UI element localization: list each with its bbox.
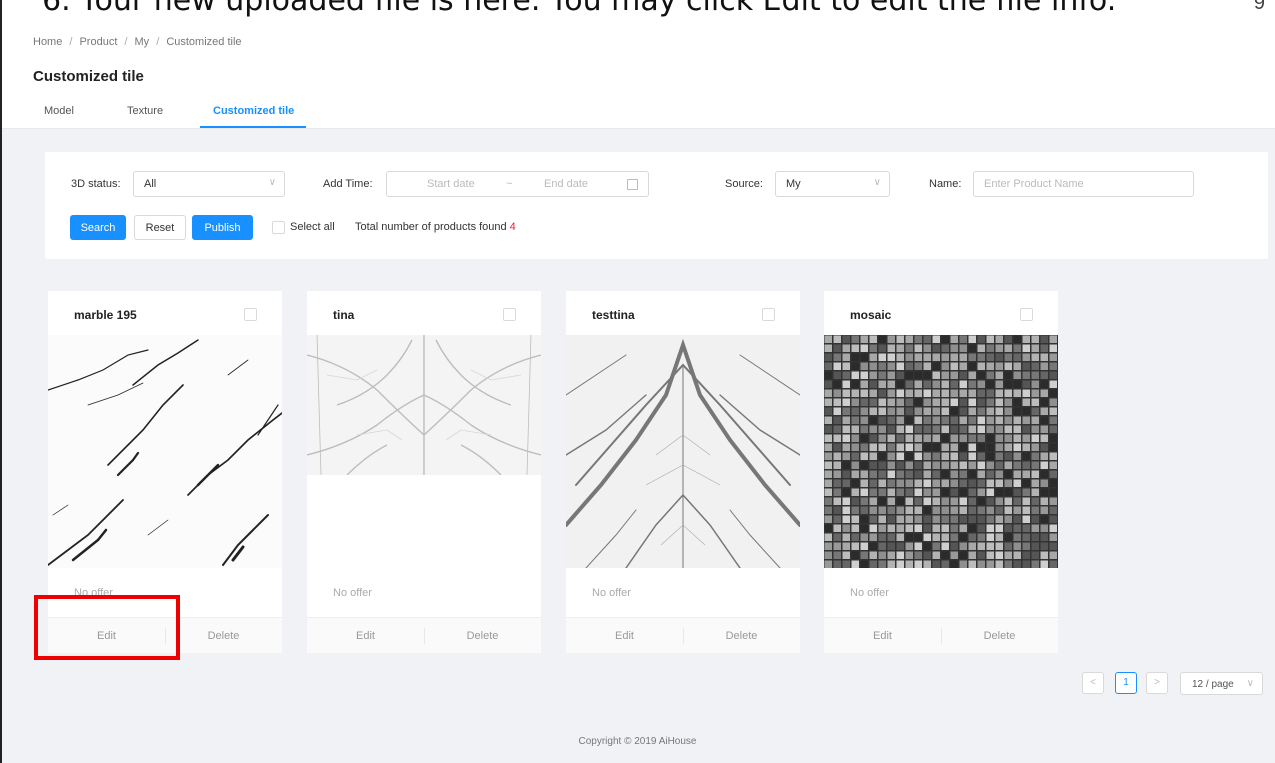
delete-button[interactable]: Delete [683, 630, 800, 642]
source-select[interactable]: My ∨ [775, 171, 890, 197]
reset-button[interactable]: Reset [134, 215, 186, 240]
publish-button[interactable]: Publish [192, 215, 253, 240]
breadcrumb-product[interactable]: Product [79, 36, 117, 48]
end-date-input[interactable]: End date [544, 178, 588, 190]
select-all-label[interactable]: Select all [290, 221, 335, 233]
chevron-down-icon: ∨ [873, 177, 881, 188]
card-offer: No offer [333, 587, 372, 599]
total-label: Total number of products found [355, 221, 507, 233]
edit-highlight-box [34, 595, 180, 660]
instruction-caption: 6. Your new uploaded file is here. You m… [0, 0, 1275, 22]
card-offer: No offer [592, 587, 631, 599]
search-button[interactable]: Search [70, 215, 126, 240]
status-label: 3D status: [71, 178, 121, 190]
active-tab-indicator [200, 126, 306, 128]
source-value: My [786, 178, 801, 190]
tab-model[interactable]: Model [44, 105, 74, 117]
card-checkbox[interactable] [762, 308, 775, 321]
start-date-input[interactable]: Start date [427, 178, 475, 190]
footer-copyright: Copyright © 2019 AiHouse [578, 736, 697, 747]
card-thumbnail[interactable] [566, 335, 800, 568]
card-name: testtina [592, 308, 635, 322]
card-offer: No offer [850, 587, 889, 599]
status-value: All [144, 178, 157, 190]
breadcrumb: Home / Product / My / Customized tile [33, 36, 242, 48]
next-page-button[interactable]: > [1146, 672, 1168, 694]
prev-page-button[interactable]: < [1082, 672, 1104, 694]
source-label: Source: [725, 178, 763, 190]
chevron-down-icon: ∨ [1246, 678, 1254, 689]
page-1-button[interactable]: 1 [1115, 672, 1137, 694]
edit-button[interactable]: Edit [307, 630, 424, 642]
calendar-icon [627, 179, 638, 190]
total-products: Total number of products found 4 [355, 221, 516, 233]
product-card: tina No offer Edit Delete [307, 291, 541, 653]
card-thumbnail[interactable] [824, 335, 1058, 568]
card-thumbnail[interactable] [307, 335, 541, 475]
total-count: 4 [509, 221, 516, 233]
status-select[interactable]: All ∨ [133, 171, 285, 197]
page-size-value: 12 / page [1192, 679, 1234, 690]
date-range-picker[interactable]: Start date ~ End date [386, 171, 649, 197]
card-name: mosaic [850, 308, 892, 322]
delete-button[interactable]: Delete [165, 630, 282, 642]
card-checkbox[interactable] [503, 308, 516, 321]
marble-texture-image [566, 335, 800, 568]
chevron-down-icon: ∨ [268, 177, 276, 188]
mosaic-texture-image [824, 335, 1058, 568]
product-name-placeholder: Enter Product Name [984, 178, 1084, 190]
card-actions: Edit Delete [824, 617, 1058, 653]
edit-button[interactable]: Edit [824, 630, 941, 642]
breadcrumb-current: Customized tile [166, 36, 242, 48]
card-thumbnail[interactable] [48, 335, 282, 568]
card-checkbox[interactable] [1020, 308, 1033, 321]
tab-bar: Model Texture Customized tile [2, 97, 1275, 129]
delete-button[interactable]: Delete [424, 630, 541, 642]
select-all-checkbox[interactable] [272, 221, 285, 234]
card-checkbox[interactable] [244, 308, 257, 321]
breadcrumb-home[interactable]: Home [33, 36, 62, 48]
tab-texture[interactable]: Texture [127, 105, 163, 117]
breadcrumb-my[interactable]: My [135, 36, 150, 48]
card-actions: Edit Delete [566, 617, 800, 653]
card-name: marble 195 [74, 308, 137, 322]
card-actions: Edit Delete [307, 617, 541, 653]
card-name: tina [333, 308, 355, 322]
caption-text: 6. Your new uploaded file is here. You m… [42, 0, 1117, 18]
name-label: Name: [929, 178, 962, 190]
tab-customized-tile[interactable]: Customized tile [213, 105, 294, 117]
filter-panel: 3D status: All ∨ Add Time: Start date ~ … [45, 152, 1268, 259]
product-card: mosaic No offer Edit Delete [824, 291, 1058, 653]
product-card: testtina No offer Edit Delete [566, 291, 800, 653]
delete-button[interactable]: Delete [941, 630, 1058, 642]
caption-page-mark: 9 [1253, 0, 1265, 14]
marble-texture-image [48, 335, 282, 568]
page-title: Customized tile [33, 68, 144, 85]
page-size-select[interactable]: 12 / page ∨ [1180, 672, 1263, 695]
marble-texture-image [307, 335, 541, 475]
date-range-separator: ~ [506, 178, 513, 190]
product-name-input[interactable]: Enter Product Name [973, 171, 1194, 197]
edit-button[interactable]: Edit [566, 630, 683, 642]
page-header: Home / Product / My / Customized tile Custo… [2, 22, 1275, 129]
time-label: Add Time: [323, 178, 373, 190]
